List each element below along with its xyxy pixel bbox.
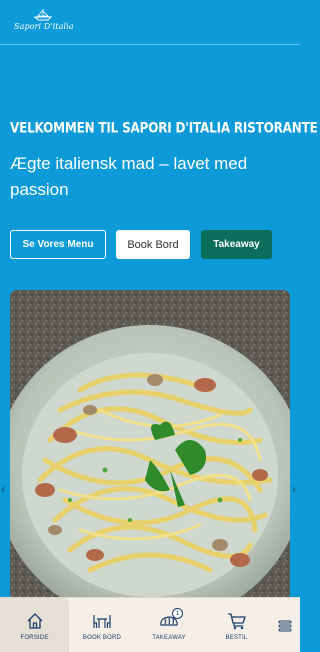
nav-item-home[interactable]: FORSIDE	[0, 598, 69, 652]
nav-more-button[interactable]	[270, 598, 300, 652]
bottom-navigation: FORSIDE BOOK BORD TAKEAWAY BESTIL	[0, 597, 300, 652]
menu-lines-icon	[275, 616, 295, 636]
hero-title: VELKOMMEN TIL SAPORI D'ITALIA RISTORANTE	[10, 120, 318, 137]
see-menu-button[interactable]: Se Vores Menu	[10, 230, 106, 259]
nav-item-book-table[interactable]: BOOK BORD	[69, 598, 135, 652]
nav-label-home: FORSIDE	[20, 634, 49, 641]
hero-food-image	[10, 290, 290, 600]
book-table-button[interactable]: Book Bord	[116, 230, 190, 259]
home-icon	[25, 611, 45, 631]
nav-label-takeaway: TAKEAWAY	[152, 634, 186, 641]
nav-label-book-table: BOOK BORD	[82, 634, 122, 641]
logo-ship-icon	[33, 9, 53, 21]
carousel-next-icon[interactable]: ›	[292, 482, 296, 496]
nav-item-takeaway[interactable]: TAKEAWAY	[135, 598, 203, 652]
nav-label-order: BESTIL	[225, 634, 248, 641]
cart-icon	[227, 611, 247, 631]
logo-text: Sapori D'italia	[14, 22, 74, 31]
takeaway-count-badge: 1	[172, 608, 183, 619]
site-header: Sapori D'italia	[0, 0, 300, 44]
table-chairs-icon	[92, 611, 112, 631]
pasta-dish-illustration	[10, 290, 290, 600]
nav-item-order[interactable]: BESTIL	[203, 598, 270, 652]
carousel-prev-icon[interactable]: ‹	[1, 482, 5, 496]
header-divider	[0, 44, 300, 45]
hero-subtitle: Ægte italiensk mad – lavet med passion	[10, 154, 248, 199]
takeaway-button[interactable]: Takeaway	[201, 230, 272, 259]
restaurant-logo[interactable]: Sapori D'italia	[14, 8, 76, 38]
